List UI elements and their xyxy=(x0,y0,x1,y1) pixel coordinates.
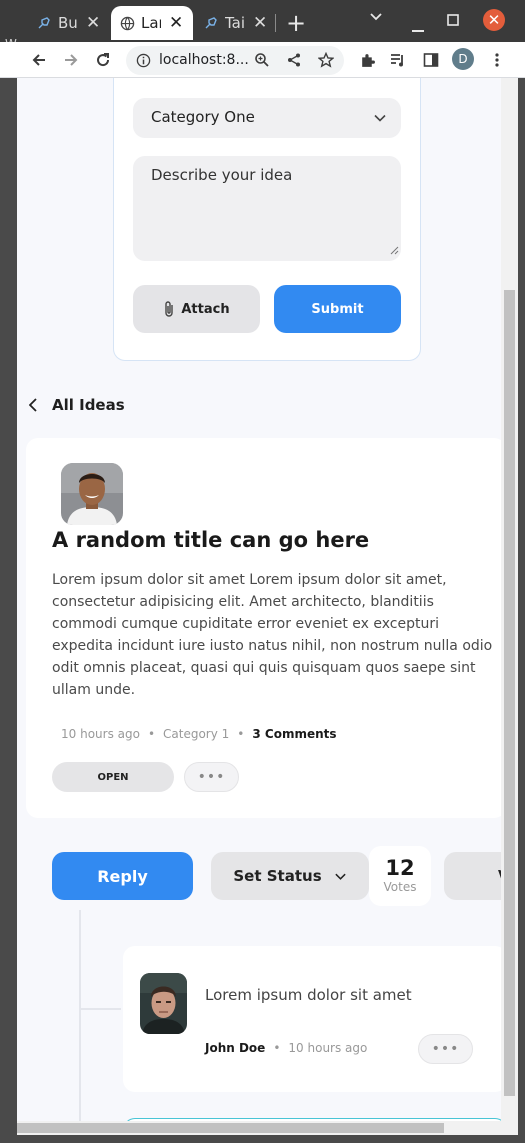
browser-tab-2[interactable]: Lar ✕ xyxy=(111,6,193,40)
minimize-button[interactable] xyxy=(412,18,424,36)
reply-button[interactable]: Reply xyxy=(52,852,193,900)
votes-count: 12 xyxy=(385,856,415,880)
comment-text: Lorem ipsum dolor sit amet xyxy=(205,986,412,1004)
horizontal-scrollbar-thumb[interactable] xyxy=(17,1123,444,1133)
category-select[interactable]: Category One xyxy=(133,98,401,138)
side-panel-icon[interactable] xyxy=(420,49,442,71)
forward-arrow-icon[interactable] xyxy=(60,49,82,71)
paperclip-icon xyxy=(163,300,175,318)
idea-meta: 10 hours ago • Category 1 • 3 Comments xyxy=(61,727,337,741)
media-control-icon[interactable] xyxy=(387,49,409,71)
back-arrow-icon[interactable] xyxy=(28,49,50,71)
set-status-button[interactable]: Set Status xyxy=(211,852,369,900)
all-ideas-link[interactable]: All Ideas xyxy=(29,396,125,414)
all-ideas-label: All Ideas xyxy=(52,396,125,414)
profile-avatar[interactable]: D xyxy=(452,48,474,70)
rocket-icon xyxy=(36,15,52,31)
browser-tab-3[interactable]: Tai ✕ xyxy=(195,6,275,40)
browser-tab-1[interactable]: Bu ✕ xyxy=(28,6,108,40)
share-icon[interactable] xyxy=(286,52,302,72)
comment-author[interactable]: John Doe xyxy=(205,1041,265,1055)
idea-comments-count[interactable]: 3 Comments xyxy=(252,727,336,741)
tab-search-icon[interactable] xyxy=(369,10,383,28)
chevron-down-icon xyxy=(334,870,347,883)
bookmark-star-icon[interactable] xyxy=(317,51,335,72)
description-placeholder: Describe your idea xyxy=(151,166,293,184)
attach-label: Attach xyxy=(181,301,230,317)
submit-button[interactable]: Submit xyxy=(274,285,401,333)
category-select-value: Category One xyxy=(151,108,255,126)
idea-category: Category 1 xyxy=(163,727,230,741)
comment-time: 10 hours ago xyxy=(288,1041,368,1055)
kebab-menu-icon[interactable] xyxy=(486,49,508,71)
description-textarea[interactable]: Describe your idea xyxy=(133,156,401,261)
comment-meta: John Doe • 10 hours ago xyxy=(205,1041,368,1055)
address-bar[interactable]: localhost:8... xyxy=(126,46,344,75)
new-tab-button[interactable]: + xyxy=(286,9,306,37)
globe-icon xyxy=(119,15,135,31)
resize-handle-icon[interactable] xyxy=(390,240,399,259)
window-border-bottom xyxy=(0,1135,525,1143)
zoom-icon[interactable] xyxy=(254,52,270,72)
window-border-right xyxy=(518,78,525,1143)
url-text: localhost:8... xyxy=(159,52,249,68)
tab-title: Bu xyxy=(58,14,78,32)
tab-title: Lar xyxy=(141,14,161,32)
comment-more-options-button[interactable]: ••• xyxy=(418,1034,473,1064)
chevron-left-icon xyxy=(29,398,38,412)
close-icon[interactable]: ✕ xyxy=(86,13,100,33)
vertical-scrollbar-thumb[interactable] xyxy=(504,290,515,1096)
status-badge: OPEN xyxy=(52,762,174,792)
idea-time: 10 hours ago xyxy=(61,727,140,741)
votes-counter: 12 Votes xyxy=(369,846,431,906)
window-close-button[interactable]: ✕ xyxy=(483,9,505,31)
set-status-label: Set Status xyxy=(233,867,322,885)
page-viewport: Category One Describe your idea Attach S… xyxy=(17,78,518,1121)
avatar[interactable] xyxy=(140,973,187,1034)
idea-more-options-button[interactable]: ••• xyxy=(184,762,239,792)
window-border-left xyxy=(0,78,17,1143)
reload-icon[interactable] xyxy=(92,49,114,71)
chevron-down-icon xyxy=(373,110,387,129)
idea-card: A random title can go here Lorem ipsum d… xyxy=(26,438,506,818)
votes-label: Votes xyxy=(383,880,417,894)
extensions-puzzle-icon[interactable] xyxy=(356,49,378,71)
thread-branch xyxy=(79,1008,121,1010)
idea-description: Lorem ipsum dolor sit amet Lorem ipsum d… xyxy=(52,572,493,698)
close-icon[interactable]: ✕ xyxy=(169,13,183,33)
tab-separator xyxy=(275,14,276,32)
info-icon[interactable] xyxy=(136,53,151,72)
browser-toolbar: localhost:8... D xyxy=(0,42,525,78)
close-icon[interactable]: ✕ xyxy=(253,13,267,33)
tab-title: Tai xyxy=(225,14,245,32)
idea-title[interactable]: A random title can go here xyxy=(52,528,369,552)
rocket-icon xyxy=(203,15,219,31)
maximize-button[interactable] xyxy=(447,12,459,30)
avatar[interactable] xyxy=(61,463,123,525)
thread-line xyxy=(79,910,81,1121)
attach-button[interactable]: Attach xyxy=(133,285,260,333)
comment-card: Lorem ipsum dolor sit amet John Doe • 10 h… xyxy=(123,946,507,1092)
